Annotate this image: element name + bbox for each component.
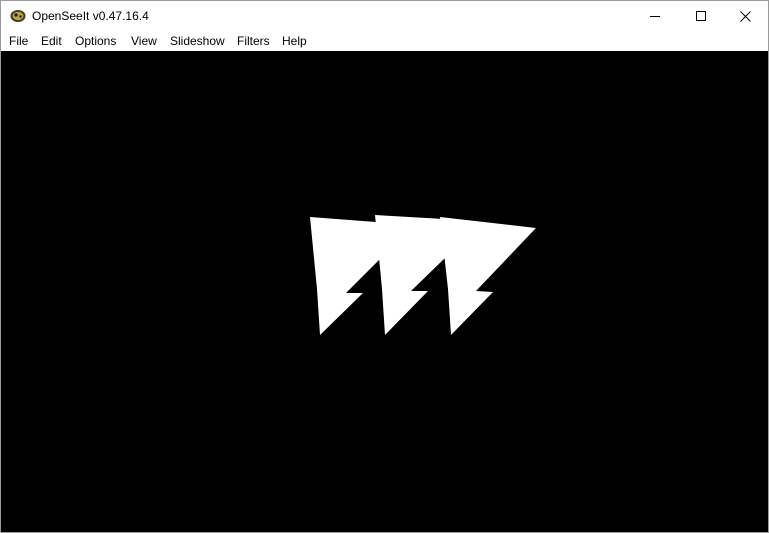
lightning-triangle-1	[310, 217, 380, 335]
close-icon	[739, 10, 751, 22]
menu-options[interactable]: Options	[75, 34, 116, 49]
menu-help[interactable]: Help	[282, 34, 307, 49]
menu-slideshow[interactable]: Slideshow	[170, 34, 225, 49]
maximize-button[interactable]	[678, 1, 724, 31]
image-viewer-canvas[interactable]	[1, 51, 768, 532]
window-title: OpenSeeIt v0.47.16.4	[32, 9, 149, 23]
menu-view[interactable]: View	[131, 34, 157, 49]
close-button[interactable]	[722, 1, 768, 31]
displayed-image	[310, 215, 536, 335]
lightning-triangle-2	[375, 215, 445, 335]
menu-edit[interactable]: Edit	[41, 34, 62, 49]
menu-file[interactable]: File	[9, 34, 28, 49]
maximize-icon	[696, 11, 706, 21]
lightning-triangle-3	[440, 217, 536, 335]
menu-filters[interactable]: Filters	[237, 34, 270, 49]
menu-bar: File Edit Options View Slideshow Filters…	[1, 31, 768, 51]
title-bar[interactable]: OpenSeeIt v0.47.16.4	[1, 1, 768, 31]
minimize-button[interactable]	[632, 1, 678, 31]
app-icon	[10, 9, 26, 23]
app-window: OpenSeeIt v0.47.16.4 File Edit Options V…	[0, 0, 769, 533]
minimize-icon	[650, 11, 660, 21]
